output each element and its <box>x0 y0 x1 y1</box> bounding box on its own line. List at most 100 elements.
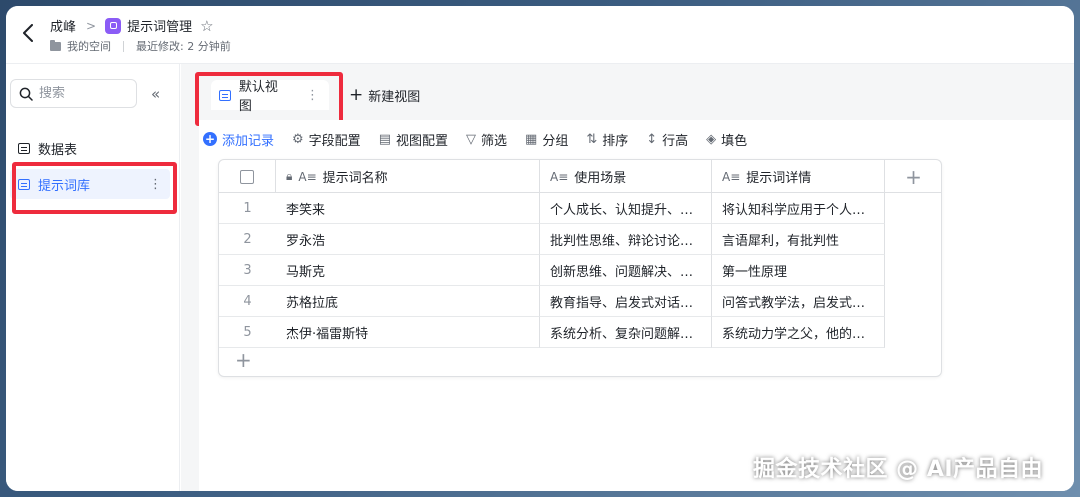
grid-view-icon <box>219 89 231 101</box>
chevron-left-icon <box>23 24 33 42</box>
row-number: 3 <box>219 255 276 286</box>
text-field-icon: A≡ <box>298 169 317 184</box>
add-record-button[interactable]: + 添加记录 <box>203 130 274 149</box>
breadcrumb-parent[interactable]: 成峰 <box>50 16 76 35</box>
sidebar-item-prompt-library[interactable]: 提示词库 ⋮ <box>10 169 170 199</box>
divider <box>123 40 124 52</box>
data-grid: 🔒︎ A≡ 提示词名称 A≡ 使用场景 A≡ 提示词详情 + 1 李笑来 个人成… <box>218 159 942 377</box>
table-header: 🔒︎ A≡ 提示词名称 A≡ 使用场景 A≡ 提示词详情 + <box>219 160 941 193</box>
sidebar-item-label: 提示词库 <box>38 178 91 194</box>
sort-label: 排序 <box>602 133 629 149</box>
add-record-label: 添加记录 <box>222 133 275 149</box>
sidebar-item-label: 数据表 <box>38 142 78 158</box>
view-toolbar: + 添加记录 ⚙ 字段配置 ▤ 视图配置 ▽ 筛选 ▦ 分组 ⇅ 排序 ↕ 行高… <box>199 126 765 152</box>
table-icon <box>18 178 30 190</box>
cell-name[interactable]: 罗永浩 <box>276 224 540 255</box>
document-header: 成峰 > 提示词管理 ☆ 我的空间 最近修改: 2 分钟前 <box>6 6 1074 64</box>
main-area: 默认视图 ⋮ + 新建视图 + 添加记录 ⚙ 字段配置 ▤ 视图配置 ▽ 筛选 … <box>181 64 1074 491</box>
sidebar-item-data-table[interactable]: 数据表 <box>10 133 170 163</box>
table-row[interactable]: 3 马斯克 创新思维、问题解决、… 第一性原理 <box>219 255 885 286</box>
select-all-cell <box>219 160 276 193</box>
row-height-button[interactable]: ↕ 行高 <box>646 130 688 149</box>
more-options-icon[interactable]: ⋮ <box>149 177 162 192</box>
table-icon <box>18 142 30 154</box>
new-view-label: 新建视图 <box>368 89 421 105</box>
star-icon[interactable]: ☆ <box>200 17 213 35</box>
row-number: 5 <box>219 317 276 348</box>
view-tabs: 默认视图 ⋮ + 新建视图 <box>181 64 1074 126</box>
field-config-label: 字段配置 <box>308 133 361 149</box>
doc-meta: 我的空间 最近修改: 2 分钟前 <box>50 38 231 54</box>
cell-scene[interactable]: 批判性思维、辩论讨论… <box>540 224 712 255</box>
column-header-detail[interactable]: A≡ 提示词详情 <box>712 160 885 193</box>
row-number: 4 <box>219 286 276 317</box>
table-row[interactable]: 1 李笑来 个人成长、认知提升、… 将认知科学应用于个人… <box>219 193 885 224</box>
paint-bucket-icon: ◈ <box>706 131 717 147</box>
fill-color-button[interactable]: ◈ 填色 <box>706 130 747 149</box>
view-config-button[interactable]: ▤ 视图配置 <box>379 130 448 149</box>
row-number: 1 <box>219 193 276 224</box>
back-button[interactable] <box>18 22 38 44</box>
search-input[interactable] <box>39 86 119 101</box>
field-config-button[interactable]: ⚙ 字段配置 <box>292 130 361 149</box>
fill-color-label: 填色 <box>721 133 748 149</box>
tab-default-view[interactable]: 默认视图 ⋮ <box>211 80 329 114</box>
group-button[interactable]: ▦ 分组 <box>525 130 568 149</box>
search-icon <box>19 87 33 101</box>
search-box[interactable] <box>10 79 137 108</box>
filter-button[interactable]: ▽ 筛选 <box>466 130 507 149</box>
group-icon: ▦ <box>525 131 538 147</box>
collapse-sidebar-icon[interactable]: « <box>151 85 160 103</box>
cell-name[interactable]: 苏格拉底 <box>276 286 540 317</box>
table-row[interactable]: 5 杰伊·福雷斯特 系统分析、复杂问题解… 系统动力学之父，他的… <box>219 317 885 348</box>
column-header-scene[interactable]: A≡ 使用场景 <box>540 160 712 193</box>
tab-label: 默认视图 <box>238 80 278 114</box>
view-config-label: 视图配置 <box>395 133 448 149</box>
cell-detail[interactable]: 第一性原理 <box>712 255 885 286</box>
cell-scene[interactable]: 个人成长、认知提升、… <box>540 193 712 224</box>
group-label: 分组 <box>542 133 569 149</box>
plus-icon: + <box>349 85 364 105</box>
folder-icon <box>50 39 61 51</box>
cell-name[interactable]: 杰伊·福雷斯特 <box>276 317 540 348</box>
cell-scene[interactable]: 创新思维、问题解决、… <box>540 255 712 286</box>
more-options-icon[interactable]: ⋮ <box>306 88 319 103</box>
filter-label: 筛选 <box>481 133 508 149</box>
column-header-name[interactable]: 🔒︎ A≡ 提示词名称 <box>276 160 540 193</box>
sort-button[interactable]: ⇅ 排序 <box>586 130 628 149</box>
row-height-label: 行高 <box>662 133 689 149</box>
page-title[interactable]: 提示词管理 <box>127 16 192 35</box>
row-number: 2 <box>219 224 276 255</box>
lock-icon: 🔒︎ <box>286 169 293 183</box>
location-label[interactable]: 我的空间 <box>67 38 111 54</box>
column-header-label: 提示词详情 <box>746 171 812 186</box>
cell-detail[interactable]: 系统动力学之父，他的… <box>712 317 885 348</box>
cell-scene[interactable]: 系统分析、复杂问题解… <box>540 317 712 348</box>
cell-detail[interactable]: 将认知科学应用于个人… <box>712 193 885 224</box>
base-app-icon <box>105 17 122 34</box>
cell-name[interactable]: 李笑来 <box>276 193 540 224</box>
view-settings-icon: ▤ <box>378 131 391 147</box>
new-view-button[interactable]: + 新建视图 <box>349 80 420 110</box>
cell-scene[interactable]: 教育指导、启发式对话… <box>540 286 712 317</box>
chevron-right-icon: > <box>86 18 97 33</box>
row-height-icon: ↕ <box>646 131 658 147</box>
table-row[interactable]: 2 罗永浩 批判性思维、辩论讨论… 言语犀利，有批判性 <box>219 224 885 255</box>
text-field-icon: A≡ <box>722 169 741 184</box>
sort-icon: ⇅ <box>586 131 598 147</box>
view-content: + 添加记录 ⚙ 字段配置 ▤ 视图配置 ▽ 筛选 ▦ 分组 ⇅ 排序 ↕ 行高… <box>199 120 1074 491</box>
add-column-icon[interactable]: + <box>885 160 941 193</box>
gear-icon: ⚙ <box>292 131 304 147</box>
filter-icon: ▽ <box>466 131 476 147</box>
breadcrumb: 成峰 > 提示词管理 ☆ <box>50 16 214 36</box>
cell-detail[interactable]: 言语犀利，有批判性 <box>712 224 885 255</box>
table-row[interactable]: 4 苏格拉底 教育指导、启发式对话… 问答式教学法，启发式… <box>219 286 885 317</box>
app-window: 成峰 > 提示词管理 ☆ 我的空间 最近修改: 2 分钟前 « 数据表 提示词库… <box>6 6 1074 491</box>
watermark-text: 掘金技术社区 @ AI产品自由 <box>753 457 1044 482</box>
cell-name[interactable]: 马斯克 <box>276 255 540 286</box>
cell-detail[interactable]: 问答式教学法，启发式… <box>712 286 885 317</box>
add-row-icon[interactable]: + <box>235 348 252 372</box>
sidebar: « 数据表 提示词库 ⋮ <box>6 64 180 491</box>
select-all-checkbox[interactable] <box>240 169 254 184</box>
text-field-icon: A≡ <box>550 169 569 184</box>
